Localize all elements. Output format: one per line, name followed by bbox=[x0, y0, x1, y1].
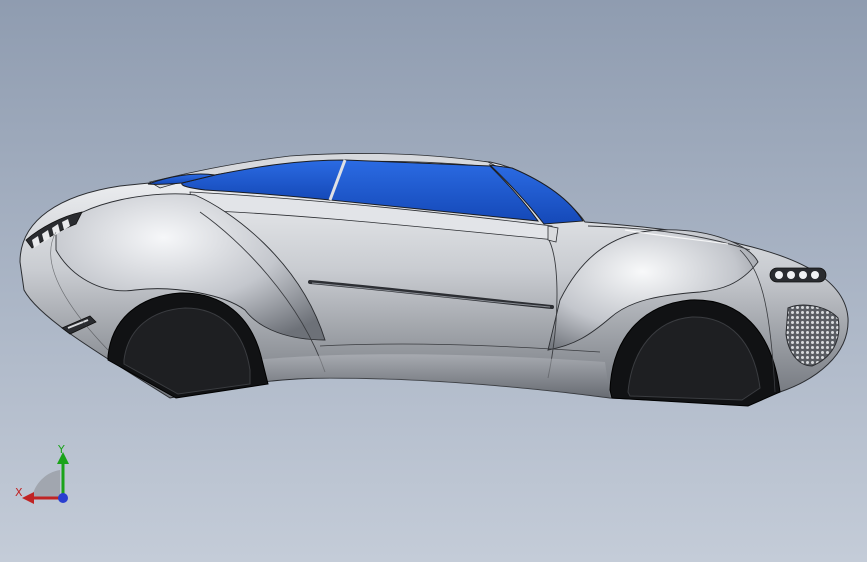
side-mirror bbox=[547, 225, 559, 243]
rocker-panel bbox=[255, 354, 610, 398]
headlight-strip bbox=[769, 267, 827, 283]
y-axis-label: Y bbox=[58, 443, 65, 456]
triad-axes-icon bbox=[22, 452, 69, 504]
coordinate-triad: Y X bbox=[12, 440, 76, 510]
graphics-viewport[interactable]: Y X bbox=[0, 0, 867, 562]
x-axis-label: X bbox=[15, 486, 23, 499]
car-model-view[interactable] bbox=[0, 0, 867, 562]
